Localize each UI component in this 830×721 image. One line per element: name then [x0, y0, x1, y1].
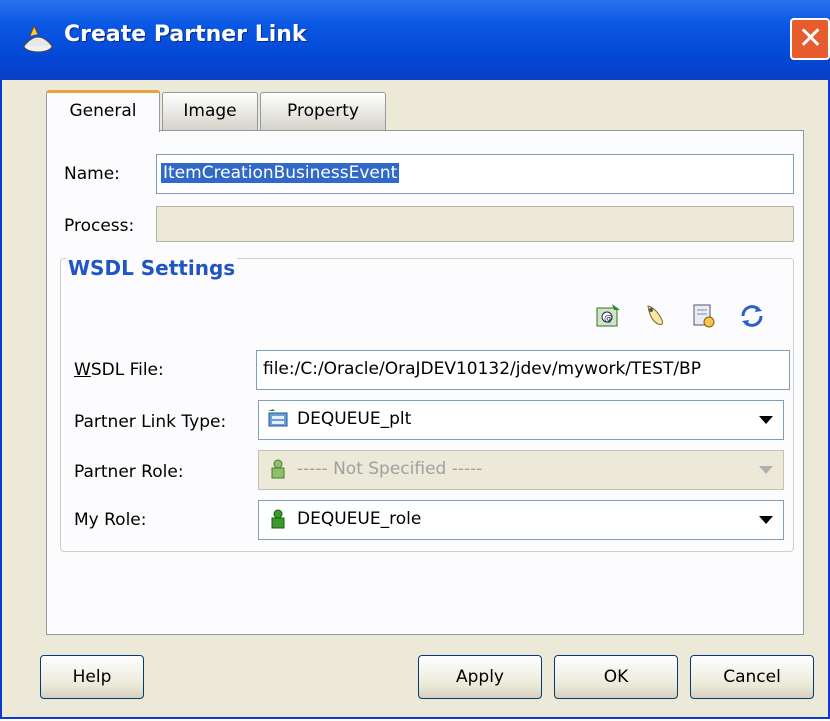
service-explorer-icon[interactable]: @ [594, 302, 622, 330]
tab-image[interactable]: Image [162, 92, 258, 130]
partner-link-type-value: DEQUEUE_plt [297, 409, 412, 429]
window-title: Create Partner Link [64, 22, 307, 47]
close-icon: ✕ [798, 21, 824, 56]
help-button[interactable]: Help [40, 655, 144, 699]
chevron-down-icon [759, 516, 773, 524]
cancel-button[interactable]: Cancel [690, 655, 814, 699]
partner-link-type-label: Partner Link Type: [74, 412, 227, 432]
process-label: Process: [64, 216, 135, 236]
partner-role-select[interactable]: ----- Not Specified ----- [258, 450, 784, 490]
browse-wsdl-icon[interactable] [690, 302, 718, 330]
process-input[interactable] [156, 206, 794, 242]
close-button[interactable]: ✕ [790, 18, 830, 60]
chevron-down-icon [759, 416, 773, 424]
define-adapter-icon[interactable] [642, 302, 670, 330]
svg-text:@: @ [604, 314, 613, 324]
oracle-jdev-icon [23, 24, 53, 53]
tab-property[interactable]: Property [260, 92, 386, 130]
wsdl-file-input[interactable]: file:/C:/Oracle/OraJDEV10132/jdev/mywork… [256, 350, 790, 390]
role-icon [271, 459, 285, 479]
title-bar[interactable]: Create Partner Link ✕ [0, 0, 830, 80]
my-role-value: DEQUEUE_role [297, 509, 422, 529]
partner-link-type-icon [268, 409, 288, 427]
ok-button[interactable]: OK [554, 655, 678, 699]
wsdl-settings-legend: WSDL Settings [66, 256, 238, 280]
partner-link-type-select[interactable]: DEQUEUE_plt [258, 400, 784, 440]
my-role-select[interactable]: DEQUEUE_role [258, 500, 784, 540]
tab-general[interactable]: General [46, 90, 160, 132]
name-value: ItemCreationBusinessEvent [161, 163, 400, 183]
partner-role-label: Partner Role: [74, 462, 184, 482]
chevron-down-icon [759, 466, 773, 474]
wsdl-file-label: WSDL File: [74, 360, 164, 380]
partner-role-value: ----- Not Specified ----- [297, 459, 483, 479]
name-input[interactable]: ItemCreationBusinessEvent [156, 154, 794, 194]
role-icon [271, 509, 285, 529]
name-label: Name: [64, 164, 120, 184]
my-role-label: My Role: [74, 510, 147, 530]
apply-button[interactable]: Apply [418, 655, 542, 699]
refresh-icon[interactable] [738, 302, 766, 330]
